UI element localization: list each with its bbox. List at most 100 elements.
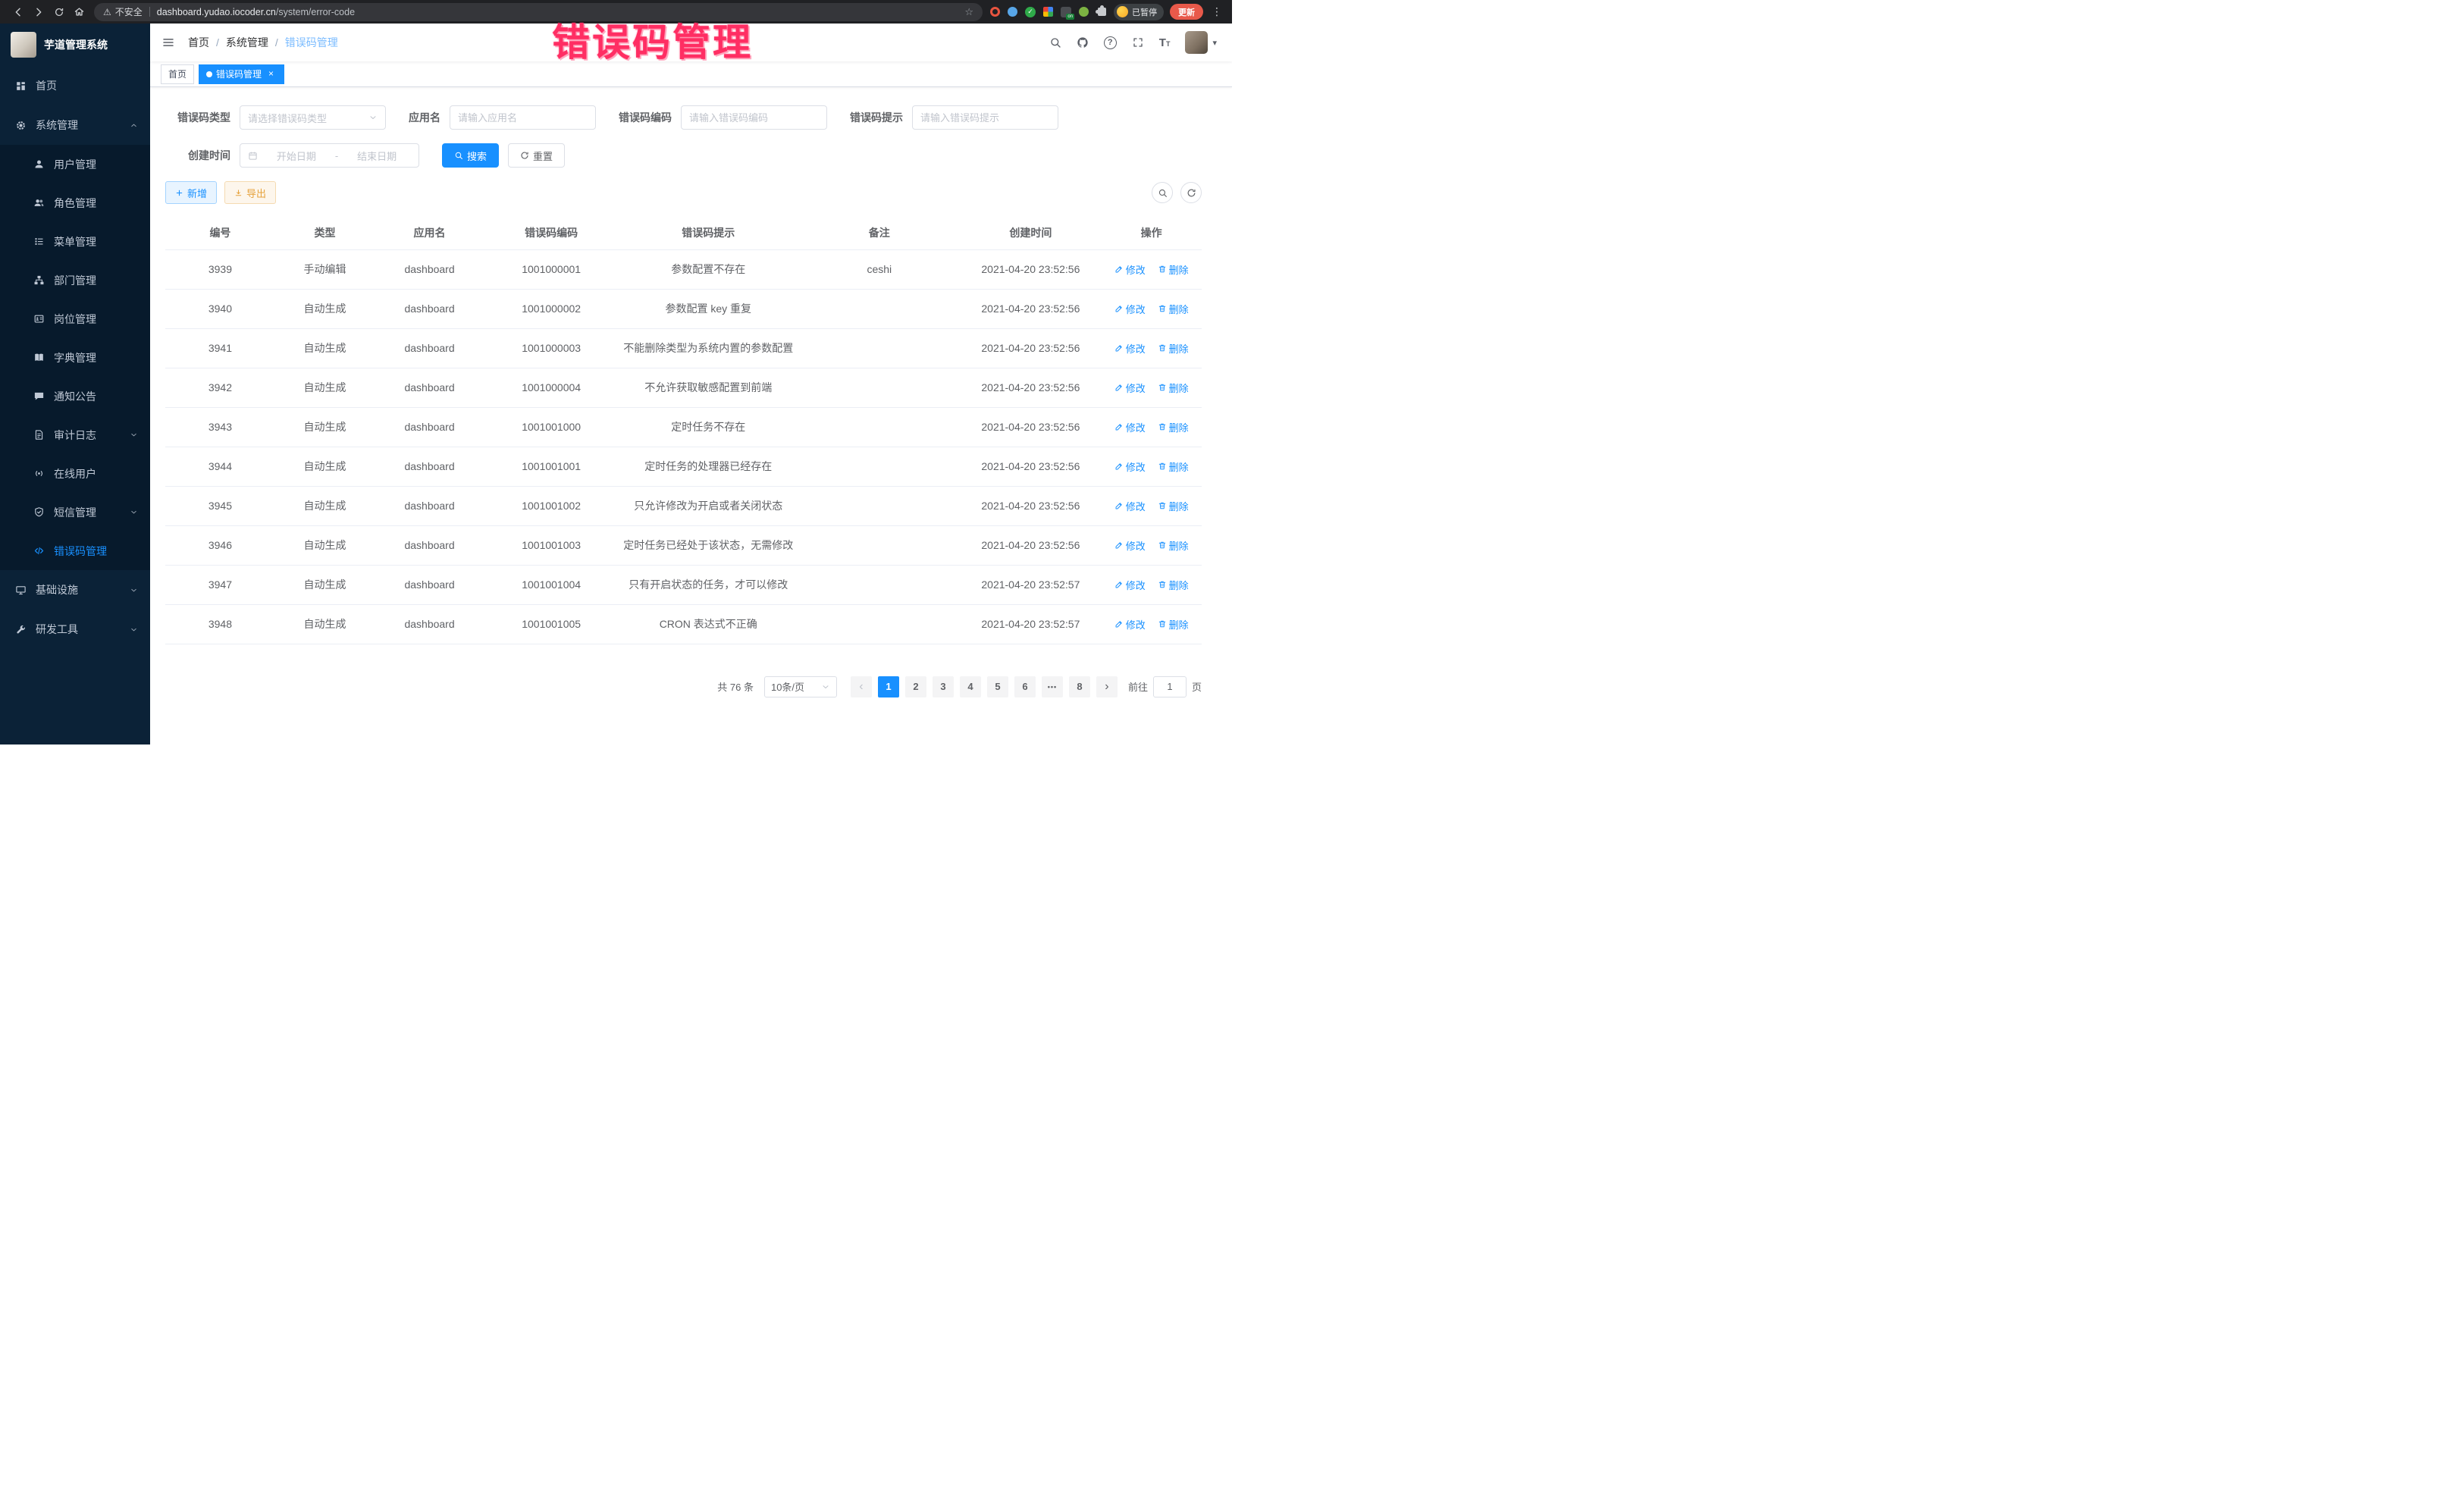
next-page-button[interactable]: › <box>1096 676 1118 697</box>
sidebar-item-devtool[interactable]: 研发工具 <box>0 610 150 649</box>
error-code-input[interactable] <box>681 105 827 130</box>
delete-button[interactable]: 删除 <box>1158 262 1189 277</box>
edit-button[interactable]: 修改 <box>1114 262 1146 277</box>
goto-page-input[interactable] <box>1153 676 1187 697</box>
sidebar-item-audit[interactable]: 审计日志 <box>0 415 150 454</box>
toggle-search-button[interactable] <box>1152 182 1173 203</box>
reload-icon[interactable] <box>49 2 69 22</box>
extension-icon-1[interactable] <box>990 7 1000 17</box>
delete-button[interactable]: 删除 <box>1158 499 1189 513</box>
sidebar-item-home[interactable]: 首页 <box>0 66 150 105</box>
delete-button[interactable]: 删除 <box>1158 538 1189 553</box>
extension-icon-2[interactable] <box>1008 7 1017 17</box>
app-frame: 芋道管理系统 首页 系统管理 用户管理 <box>0 24 1232 744</box>
github-icon[interactable] <box>1069 24 1096 61</box>
delete-button[interactable]: 删除 <box>1158 381 1189 395</box>
page-button[interactable]: 5 <box>987 676 1008 697</box>
delete-button[interactable]: 删除 <box>1158 341 1189 356</box>
sidebar-item-errcode[interactable]: 错误码管理 <box>0 531 150 570</box>
page-button[interactable]: 1 <box>878 676 899 697</box>
profile-avatar <box>1117 6 1128 17</box>
error-msg-input[interactable] <box>912 105 1058 130</box>
user-avatar-menu[interactable]: ▾ <box>1177 31 1221 54</box>
search-icon[interactable] <box>1042 24 1069 61</box>
browser-profile-chip[interactable]: 已暂停 <box>1114 4 1164 20</box>
extension-icon-6[interactable] <box>1079 7 1089 17</box>
security-indicator[interactable]: ⚠ 不安全 <box>103 5 143 18</box>
trash-icon <box>1158 462 1167 471</box>
edit-button[interactable]: 修改 <box>1114 538 1146 553</box>
sidebar-item-role[interactable]: 角色管理 <box>0 183 150 222</box>
delete-button[interactable]: 删除 <box>1158 420 1189 434</box>
extension-icon-3[interactable]: ✓ <box>1025 7 1036 17</box>
browser-update-button[interactable]: 更新 <box>1170 4 1203 20</box>
close-icon[interactable]: × <box>265 68 277 80</box>
edit-button[interactable]: 修改 <box>1114 578 1146 592</box>
gear-icon <box>15 120 27 131</box>
sidebar-item-infra[interactable]: 基础设施 <box>0 570 150 610</box>
page-button[interactable]: 2 <box>905 676 926 697</box>
tab-home[interactable]: 首页 <box>161 64 194 84</box>
edit-button[interactable]: 修改 <box>1114 341 1146 356</box>
trash-icon <box>1158 580 1167 589</box>
extension-icon-5[interactable]: on <box>1061 7 1071 17</box>
edit-button[interactable]: 修改 <box>1114 381 1146 395</box>
edit-button[interactable]: 修改 <box>1114 302 1146 316</box>
refresh-table-button[interactable] <box>1180 182 1202 203</box>
delete-button[interactable]: 删除 <box>1158 302 1189 316</box>
delete-button[interactable]: 删除 <box>1158 617 1189 632</box>
filter-error-msg: 错误码提示 <box>850 105 1058 130</box>
back-icon[interactable] <box>8 2 28 22</box>
sidebar-item-dict[interactable]: 字典管理 <box>0 338 150 377</box>
page-button[interactable]: 3 <box>933 676 954 697</box>
search-button[interactable]: 搜索 <box>442 143 499 168</box>
prev-page-button[interactable]: ‹ <box>851 676 872 697</box>
pager-more[interactable]: ••• <box>1042 676 1063 697</box>
page-button[interactable]: 4 <box>960 676 981 697</box>
sidebar-item-online[interactable]: 在线用户 <box>0 454 150 493</box>
home-icon[interactable] <box>69 2 89 22</box>
reset-button[interactable]: 重置 <box>508 143 565 168</box>
delete-button[interactable]: 删除 <box>1158 459 1189 474</box>
forward-icon[interactable] <box>28 2 49 22</box>
sidebar-item-user[interactable]: 用户管理 <box>0 145 150 183</box>
cell-remark <box>798 525 960 565</box>
sidebar-item-menu[interactable]: 菜单管理 <box>0 222 150 261</box>
extensions-puzzle-icon[interactable] <box>1098 8 1106 16</box>
cell-time: 2021-04-20 23:52:56 <box>960 486 1101 525</box>
address-bar[interactable]: ⚠ 不安全 dashboard.yudao.iocoder.cn/system/… <box>94 3 983 21</box>
help-icon[interactable]: ? <box>1096 24 1124 61</box>
sidebar-logo[interactable]: 芋道管理系统 <box>0 24 150 66</box>
page-button[interactable]: 8 <box>1069 676 1090 697</box>
edit-button[interactable]: 修改 <box>1114 617 1146 632</box>
page-content: 错误码类型 请选择错误码类型 应用名 错误码编码 <box>150 87 1232 744</box>
tab-error-code[interactable]: 错误码管理 × <box>199 64 284 84</box>
hamburger-icon[interactable] <box>150 36 187 49</box>
export-button[interactable]: 导出 <box>224 181 276 204</box>
sidebar-item-system[interactable]: 系统管理 <box>0 105 150 145</box>
extension-icon-4[interactable] <box>1043 7 1053 17</box>
page-button[interactable]: 6 <box>1014 676 1036 697</box>
font-size-icon[interactable] <box>1152 24 1178 61</box>
edit-button[interactable]: 修改 <box>1114 499 1146 513</box>
sidebar-item-dept[interactable]: 部门管理 <box>0 261 150 299</box>
breadcrumb-home[interactable]: 首页 <box>188 35 209 50</box>
sidebar-item-sms[interactable]: 短信管理 <box>0 493 150 531</box>
app-name-input[interactable] <box>450 105 596 130</box>
edit-button[interactable]: 修改 <box>1114 420 1146 434</box>
browser-menu-icon[interactable]: ⋮ <box>1209 5 1224 18</box>
bookmark-star-icon[interactable]: ☆ <box>964 6 973 18</box>
breadcrumb-system[interactable]: 系统管理 <box>226 35 268 50</box>
sidebar-item-post[interactable]: 岗位管理 <box>0 299 150 338</box>
error-type-select[interactable]: 请选择错误码类型 <box>240 105 386 130</box>
page-size-select[interactable]: 10条/页 <box>764 676 837 697</box>
sidebar-item-notice[interactable]: 通知公告 <box>0 377 150 415</box>
fullscreen-icon[interactable] <box>1124 24 1152 61</box>
col-header-id: 编号 <box>165 216 275 249</box>
add-button[interactable]: 新增 <box>165 181 217 204</box>
edit-button[interactable]: 修改 <box>1114 459 1146 474</box>
page-size-value: 10条/页 <box>771 679 804 694</box>
cell-id: 3947 <box>165 565 275 604</box>
date-range-picker[interactable]: 开始日期 - 结束日期 <box>240 143 419 168</box>
delete-button[interactable]: 删除 <box>1158 578 1189 592</box>
